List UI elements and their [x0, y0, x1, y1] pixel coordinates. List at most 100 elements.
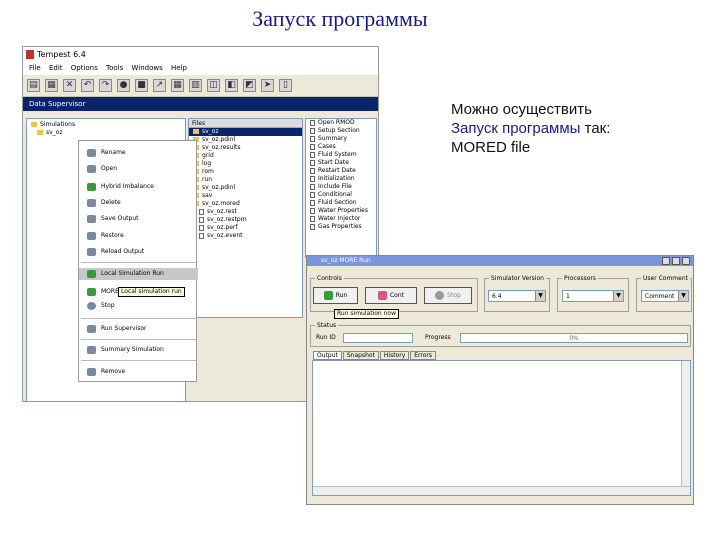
- open-icon[interactable]: ▤: [27, 79, 40, 92]
- undo-icon[interactable]: ↶: [81, 79, 94, 92]
- hybrid-icon: [87, 183, 96, 191]
- menu-item-rename[interactable]: Rename: [79, 147, 198, 159]
- section-row[interactable]: Setup Section: [306, 127, 376, 135]
- menu-options[interactable]: Options: [71, 64, 98, 72]
- file-row[interactable]: run: [189, 176, 302, 184]
- section-row[interactable]: Water Injector: [306, 215, 376, 223]
- section-row[interactable]: Fluid System: [306, 151, 376, 159]
- menu-item-restore[interactable]: Restore: [79, 230, 198, 242]
- stop-icon: [435, 291, 445, 300]
- menu-edit[interactable]: Edit: [49, 64, 63, 72]
- section-row[interactable]: Fluid Section: [306, 199, 376, 207]
- file-row[interactable]: sav: [189, 192, 302, 200]
- menu-item-save-output[interactable]: Save Output: [79, 213, 198, 225]
- menu-file[interactable]: File: [29, 64, 41, 72]
- stop-icon[interactable]: ■: [135, 79, 148, 92]
- section-row[interactable]: Summary: [306, 135, 376, 143]
- menu-item-stop[interactable]: Stop: [79, 300, 198, 312]
- menu-item-open[interactable]: Open: [79, 163, 198, 175]
- table-icon[interactable]: ▥: [189, 79, 202, 92]
- section-row[interactable]: Start Date: [306, 159, 376, 167]
- menu-help[interactable]: Help: [171, 64, 187, 72]
- window-controls: [662, 257, 690, 265]
- run-button[interactable]: Run: [313, 287, 358, 304]
- menu-tools[interactable]: Tools: [106, 64, 123, 72]
- menu-separator: [81, 339, 196, 340]
- run-icon: [323, 291, 333, 300]
- section-row[interactable]: Gas Properties: [306, 223, 376, 231]
- menu-item-remove[interactable]: Remove: [79, 366, 198, 378]
- app-title: Tempest 6.4: [37, 50, 86, 59]
- section-row[interactable]: Water Properties: [306, 207, 376, 215]
- grid-icon[interactable]: ▦: [171, 79, 184, 92]
- tree-item-sv-oz[interactable]: sv_oz: [27, 129, 185, 137]
- layout-icon[interactable]: ◧: [225, 79, 238, 92]
- pointer-icon[interactable]: ➤: [261, 79, 274, 92]
- processors-select[interactable]: 1 ▼: [562, 290, 624, 302]
- run-id-field: [343, 333, 413, 343]
- file-row[interactable]: sv_oz.mored: [189, 200, 302, 208]
- trash-icon[interactable]: ▯: [279, 79, 292, 92]
- file-row[interactable]: sv_oz.pdinl: [189, 136, 302, 144]
- file-row[interactable]: sv_oz.restpm: [189, 216, 302, 224]
- file-row[interactable]: grid: [189, 152, 302, 160]
- menu-windows[interactable]: Windows: [131, 64, 162, 72]
- tab-snapshot[interactable]: Snapshot: [342, 351, 379, 360]
- menu-item-reload-output[interactable]: Reload Output: [79, 246, 198, 258]
- close-icon[interactable]: [682, 257, 690, 265]
- record-icon[interactable]: ●: [117, 79, 130, 92]
- reload-icon: [87, 248, 96, 256]
- run-tooltip: Run simulation now: [334, 309, 399, 319]
- output-area[interactable]: [312, 360, 691, 496]
- app-logo-icon: [26, 50, 34, 59]
- more-icon: [87, 288, 96, 296]
- view-icon[interactable]: ◫: [207, 79, 220, 92]
- data-supervisor-titlebar: Data Supervisor: [23, 97, 378, 111]
- run-id-label: Run ID: [316, 334, 336, 341]
- continue-button[interactable]: Cont: [365, 287, 417, 304]
- menu-item-hybrid[interactable]: Hybrid Imbalance: [79, 181, 198, 193]
- note-rest: так:: [580, 120, 611, 137]
- controls-label: Controls: [315, 275, 344, 282]
- section-row[interactable]: Open RMOD: [306, 119, 376, 127]
- horizontal-scrollbar[interactable]: [313, 486, 690, 495]
- menu-item-delete[interactable]: Delete: [79, 197, 198, 209]
- stop-button[interactable]: Stop: [424, 287, 472, 304]
- file-row[interactable]: sv_oz: [189, 128, 302, 136]
- section-row[interactable]: Include File: [306, 183, 376, 191]
- redo-icon[interactable]: ↷: [99, 79, 112, 92]
- section-row[interactable]: Conditional: [306, 191, 376, 199]
- files-pane: Files sv_oz sv_oz.pdinl sv_oz.results gr…: [188, 118, 303, 318]
- menu-item-run-supervisor[interactable]: Run Supervisor: [79, 323, 198, 335]
- vertical-scrollbar[interactable]: [681, 361, 690, 495]
- run-icon: [87, 270, 96, 278]
- file-row[interactable]: sv_oz.rest: [189, 208, 302, 216]
- section-row[interactable]: Restart Date: [306, 167, 376, 175]
- user-comment-select[interactable]: Comment ▼: [641, 290, 689, 302]
- context-tooltip: Local simulation run: [118, 287, 185, 297]
- file-row[interactable]: log: [189, 160, 302, 168]
- menu-item-local-run[interactable]: Local Simulation Run: [79, 268, 198, 280]
- chevron-down-icon: ▼: [678, 291, 688, 301]
- section-row[interactable]: Initialization: [306, 175, 376, 183]
- remove-icon: [87, 368, 96, 376]
- section-row[interactable]: Cases: [306, 143, 376, 151]
- maximize-icon[interactable]: [672, 257, 680, 265]
- simulator-select[interactable]: 6.4 ▼: [488, 290, 546, 302]
- app-titlebar: Tempest 6.4: [23, 47, 378, 62]
- file-row[interactable]: rom: [189, 168, 302, 176]
- tab-output[interactable]: Output: [313, 351, 342, 360]
- cut-icon[interactable]: ✕: [63, 79, 76, 92]
- chart-icon[interactable]: ↗: [153, 79, 166, 92]
- minimize-icon[interactable]: [662, 257, 670, 265]
- tab-history[interactable]: History: [379, 351, 410, 360]
- file-row[interactable]: sv_oz.event: [189, 232, 302, 240]
- file-row[interactable]: sv_oz.pdinl: [189, 184, 302, 192]
- menu-item-summary-simulation[interactable]: Summary Simulation: [79, 344, 198, 356]
- save-icon[interactable]: ▦: [45, 79, 58, 92]
- file-row[interactable]: sv_oz.perf: [189, 224, 302, 232]
- map-icon[interactable]: ◩: [243, 79, 256, 92]
- tree-item-simulations[interactable]: Simulations: [27, 121, 185, 129]
- file-row[interactable]: sv_oz.results: [189, 144, 302, 152]
- tab-errors[interactable]: Errors: [410, 351, 437, 360]
